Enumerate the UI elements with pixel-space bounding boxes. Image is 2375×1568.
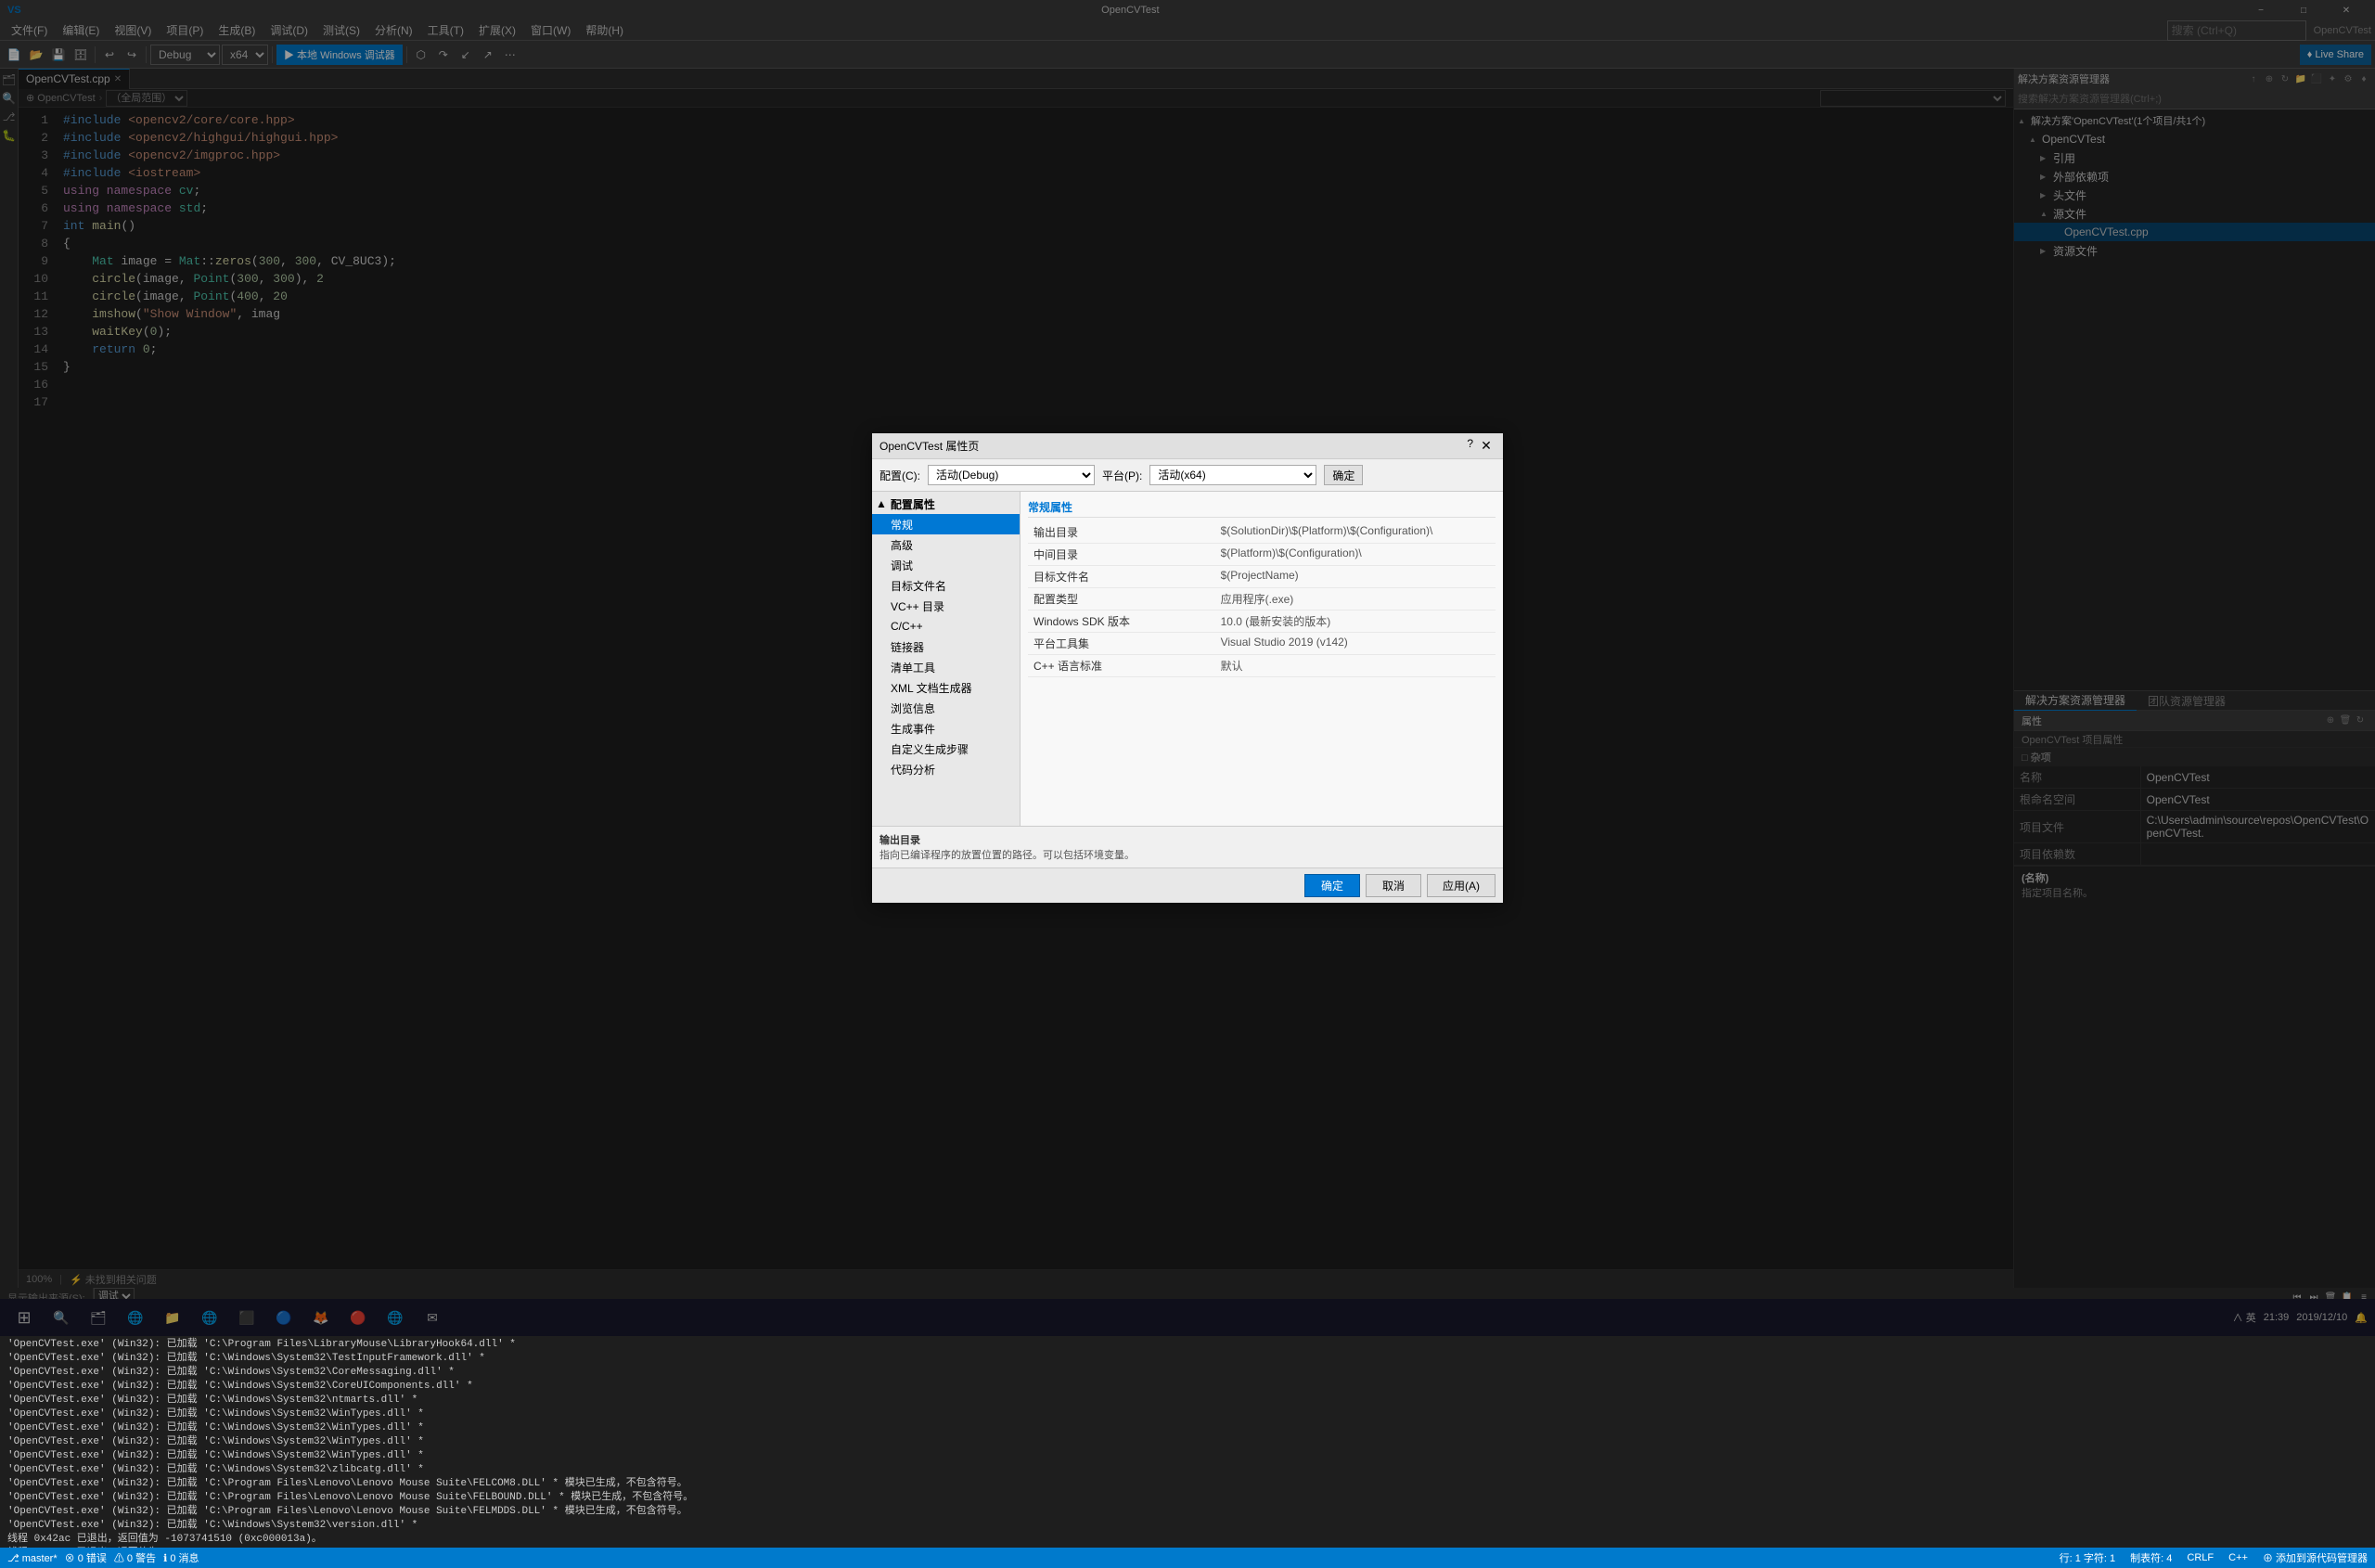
dialog-tree-section: ▲ 配置属性 常规 高级 调试 目标文件名 VC++ 目录 C/C++ 链接器 … <box>872 492 1020 781</box>
dialog-section-title: 常规属性 <box>1028 499 1496 518</box>
dialog-prop-val-intermediate[interactable]: $(Platform)\$(Configuration)\ <box>1215 544 1496 566</box>
dialog-prop-val-output[interactable]: $(SolutionDir)\$(Platform)\$(Configurati… <box>1215 521 1496 544</box>
dialog-tree-advanced[interactable]: 高级 <box>872 534 1020 555</box>
config-select[interactable]: 活动(Debug) <box>928 465 1095 485</box>
output-content: 'OpenCVTest.exe' (Win32): 已加载 'C:\Window… <box>0 1308 2375 1548</box>
dialog-tree-header[interactable]: ▲ 配置属性 <box>872 494 1020 514</box>
dialog-prop-val-cpp-std[interactable]: 默认 <box>1215 655 1496 677</box>
dialog-tree-manifest[interactable]: 清单工具 <box>872 657 1020 677</box>
platform-label: 平台(P): <box>1102 468 1142 483</box>
status-git[interactable]: ⎇ master* <box>7 1552 58 1564</box>
dialog-tree-vc-dirs[interactable]: VC++ 目录 <box>872 596 1020 616</box>
output-line-13: 'OpenCVTest.exe' (Win32): 已加载 'C:\Progra… <box>7 1477 2368 1491</box>
output-line-10: 'OpenCVTest.exe' (Win32): 已加载 'C:\Window… <box>7 1435 2368 1449</box>
output-line-11: 'OpenCVTest.exe' (Win32): 已加载 'C:\Window… <box>7 1449 2368 1463</box>
output-line-17: 线程 0x42ac 已退出，返回值为 -1073741510 (0xc00001… <box>7 1533 2368 1547</box>
output-line-5: 'OpenCVTest.exe' (Win32): 已加载 'C:\Window… <box>7 1366 2368 1380</box>
dialog-help-btn[interactable]: ? <box>1467 437 1473 456</box>
dialog-tree-custom-build[interactable]: 自定义生成步骤 <box>872 739 1020 759</box>
dialog-right-content: 常规属性 输出目录 $(SolutionDir)\$(Platform)\$(C… <box>1021 492 1503 826</box>
dialog-cancel-btn[interactable]: 取消 <box>1366 874 1421 897</box>
dialog-title-btns: ? ✕ <box>1467 437 1496 456</box>
dialog-prop-key-cpp-std: C++ 语言标准 <box>1028 655 1215 677</box>
dialog-main: ▲ 配置属性 常规 高级 调试 目标文件名 VC++ 目录 C/C++ 链接器 … <box>872 492 1503 826</box>
output-line-7: 'OpenCVTest.exe' (Win32): 已加载 'C:\Window… <box>7 1394 2368 1407</box>
platform-select-dialog[interactable]: 活动(x64) <box>1149 465 1316 485</box>
dialog-prop-row-toolset: 平台工具集 Visual Studio 2019 (v142) <box>1028 633 1496 655</box>
status-messages[interactable]: ℹ 0 消息 <box>163 1550 199 1565</box>
dialog-ok-btn[interactable]: 确定 <box>1304 874 1360 897</box>
dialog-tree-linker[interactable]: 链接器 <box>872 636 1020 657</box>
dialog-body: 配置(C): 活动(Debug) 平台(P): 活动(x64) 确定 ▲ 配置属… <box>872 459 1503 903</box>
dialog-left-tree: ▲ 配置属性 常规 高级 调试 目标文件名 VC++ 目录 C/C++ 链接器 … <box>872 492 1021 826</box>
dialog-close-btn[interactable]: ✕ <box>1477 437 1496 456</box>
dialog-prop-row-output: 输出目录 $(SolutionDir)\$(Platform)\$(Config… <box>1028 521 1496 544</box>
dialog-tree-general[interactable]: 常规 <box>872 514 1020 534</box>
dialog-tree-xml[interactable]: XML 文档生成器 <box>872 677 1020 698</box>
status-warnings[interactable]: ⚠ 0 警告 <box>114 1550 156 1565</box>
output-line-4: 'OpenCVTest.exe' (Win32): 已加载 'C:\Window… <box>7 1352 2368 1366</box>
dialog-title: OpenCVTest 属性页 <box>879 438 979 454</box>
dialog-tree-target-name[interactable]: 目标文件名 <box>872 575 1020 596</box>
output-line-9: 'OpenCVTest.exe' (Win32): 已加载 'C:\Window… <box>7 1421 2368 1435</box>
dialog-prop-val-sdk[interactable]: 10.0 (最新安装的版本) <box>1215 610 1496 633</box>
dialog-prop-table: 输出目录 $(SolutionDir)\$(Platform)\$(Config… <box>1028 521 1496 677</box>
config-label: 配置(C): <box>879 468 920 483</box>
output-line-16: 'OpenCVTest.exe' (Win32): 已加载 'C:\Window… <box>7 1519 2368 1533</box>
dialog-tree-browse[interactable]: 浏览信息 <box>872 698 1020 718</box>
dialog-desc-text: 指向已编译程序的放置位置的路径。可以包括环境变量。 <box>879 847 1496 862</box>
status-right: 行: 1 字符: 1 制表符: 4 CRLF C++ ⊕ 添加到源代码管理器 <box>2060 1550 2368 1565</box>
dialog-desc-title: 输出目录 <box>879 832 1496 847</box>
status-bar: ⎇ master* ⊗ 0 错误 ⚠ 0 警告 ℹ 0 消息 行: 1 字符: … <box>0 1548 2375 1568</box>
output-line-15: 'OpenCVTest.exe' (Win32): 已加载 'C:\Progra… <box>7 1505 2368 1519</box>
dialog-prop-val-config-type[interactable]: 应用程序(.exe) <box>1215 588 1496 610</box>
dialog-prop-row-config-type: 配置类型 应用程序(.exe) <box>1028 588 1496 610</box>
status-spaces: 制表符: 4 <box>2130 1550 2172 1565</box>
dialog-prop-row-sdk: Windows SDK 版本 10.0 (最新安装的版本) <box>1028 610 1496 633</box>
tree-config-label: 配置属性 <box>891 496 935 512</box>
output-line-8: 'OpenCVTest.exe' (Win32): 已加载 'C:\Window… <box>7 1407 2368 1421</box>
dialog-prop-row-target: 目标文件名 $(ProjectName) <box>1028 566 1496 588</box>
dialog-prop-row-intermediate: 中间目录 $(Platform)\$(Configuration)\ <box>1028 544 1496 566</box>
status-add-to-source[interactable]: ⊕ 添加到源代码管理器 <box>2263 1550 2368 1565</box>
status-line-col: 行: 1 字符: 1 <box>2060 1550 2116 1565</box>
tree-collapse-icon: ▲ <box>876 497 887 510</box>
dialog-tree-cpp[interactable]: C/C++ <box>872 616 1020 636</box>
dialog-tree-code-analysis[interactable]: 代码分析 <box>872 759 1020 779</box>
output-line-3: 'OpenCVTest.exe' (Win32): 已加载 'C:\Progra… <box>7 1338 2368 1352</box>
config-manager-btn[interactable]: 确定 <box>1324 465 1363 485</box>
dialog-prop-key-sdk: Windows SDK 版本 <box>1028 610 1215 633</box>
dialog-config-bar: 配置(C): 活动(Debug) 平台(P): 活动(x64) 确定 <box>872 459 1503 492</box>
output-line-14: 'OpenCVTest.exe' (Win32): 已加载 'C:\Progra… <box>7 1491 2368 1505</box>
dialog-prop-key-config-type: 配置类型 <box>1028 588 1215 610</box>
dialog-prop-key-target: 目标文件名 <box>1028 566 1215 588</box>
dialog-title-bar: OpenCVTest 属性页 ? ✕ <box>872 433 1503 459</box>
output-line-6: 'OpenCVTest.exe' (Win32): 已加载 'C:\Window… <box>7 1380 2368 1394</box>
dialog-description: 输出目录 指向已编译程序的放置位置的路径。可以包括环境变量。 <box>872 826 1503 868</box>
dialog-tree-debug[interactable]: 调试 <box>872 555 1020 575</box>
properties-dialog: OpenCVTest 属性页 ? ✕ 配置(C): 活动(Debug) 平台(P… <box>872 433 1503 903</box>
output-line-18: 线程 0xc2c0 已退出，返回值为 -1073741510 (0xc00001… <box>7 1547 2368 1548</box>
dialog-prop-key-output: 输出目录 <box>1028 521 1215 544</box>
status-encoding: CRLF <box>2187 1552 2214 1563</box>
dialog-apply-btn[interactable]: 应用(A) <box>1427 874 1496 897</box>
dialog-prop-val-toolset[interactable]: Visual Studio 2019 (v142) <box>1215 633 1496 655</box>
status-errors[interactable]: ⊗ 0 错误 <box>65 1550 107 1565</box>
status-lang[interactable]: C++ <box>2228 1552 2248 1563</box>
dialog-footer: 确定 取消 应用(A) <box>872 868 1503 903</box>
dialog-prop-val-target[interactable]: $(ProjectName) <box>1215 566 1496 588</box>
dialog-prop-row-cpp-std: C++ 语言标准 默认 <box>1028 655 1496 677</box>
output-line-12: 'OpenCVTest.exe' (Win32): 已加载 'C:\Window… <box>7 1463 2368 1477</box>
dialog-prop-key-intermediate: 中间目录 <box>1028 544 1215 566</box>
dialog-prop-key-toolset: 平台工具集 <box>1028 633 1215 655</box>
dialog-tree-build-events[interactable]: 生成事件 <box>872 718 1020 739</box>
dialog-overlay: OpenCVTest 属性页 ? ✕ 配置(C): 活动(Debug) 平台(P… <box>0 0 2375 1336</box>
status-left: ⎇ master* ⊗ 0 错误 ⚠ 0 警告 ℹ 0 消息 <box>7 1550 199 1565</box>
